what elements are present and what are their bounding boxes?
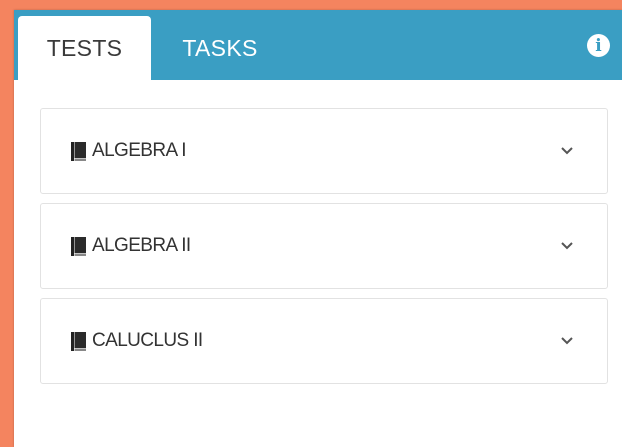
tab-bar: TESTS TASKS i <box>14 10 622 80</box>
tests-panel: TESTS TASKS i ALGEBRA I ALGEBRA II CALUC… <box>14 10 622 447</box>
book-icon <box>71 141 86 161</box>
chevron-down-icon[interactable] <box>561 337 573 345</box>
info-icon[interactable]: i <box>587 34 610 57</box>
subject-label: ALGEBRA I <box>92 140 186 161</box>
subject-list: ALGEBRA I ALGEBRA II CALUCLUS II <box>40 108 608 393</box>
subject-label: CALUCLUS II <box>92 330 203 351</box>
subject-label: ALGEBRA II <box>92 235 191 256</box>
chevron-down-icon[interactable] <box>561 242 573 250</box>
tab-tests[interactable]: TESTS <box>18 16 151 80</box>
chevron-down-icon[interactable] <box>561 147 573 155</box>
subject-item-algebra-2[interactable]: ALGEBRA II <box>40 203 608 289</box>
book-icon <box>71 331 86 351</box>
tab-tasks[interactable]: TASKS <box>164 16 276 80</box>
book-icon <box>71 236 86 256</box>
subject-item-calculus-2[interactable]: CALUCLUS II <box>40 298 608 384</box>
subject-item-algebra-1[interactable]: ALGEBRA I <box>40 108 608 194</box>
